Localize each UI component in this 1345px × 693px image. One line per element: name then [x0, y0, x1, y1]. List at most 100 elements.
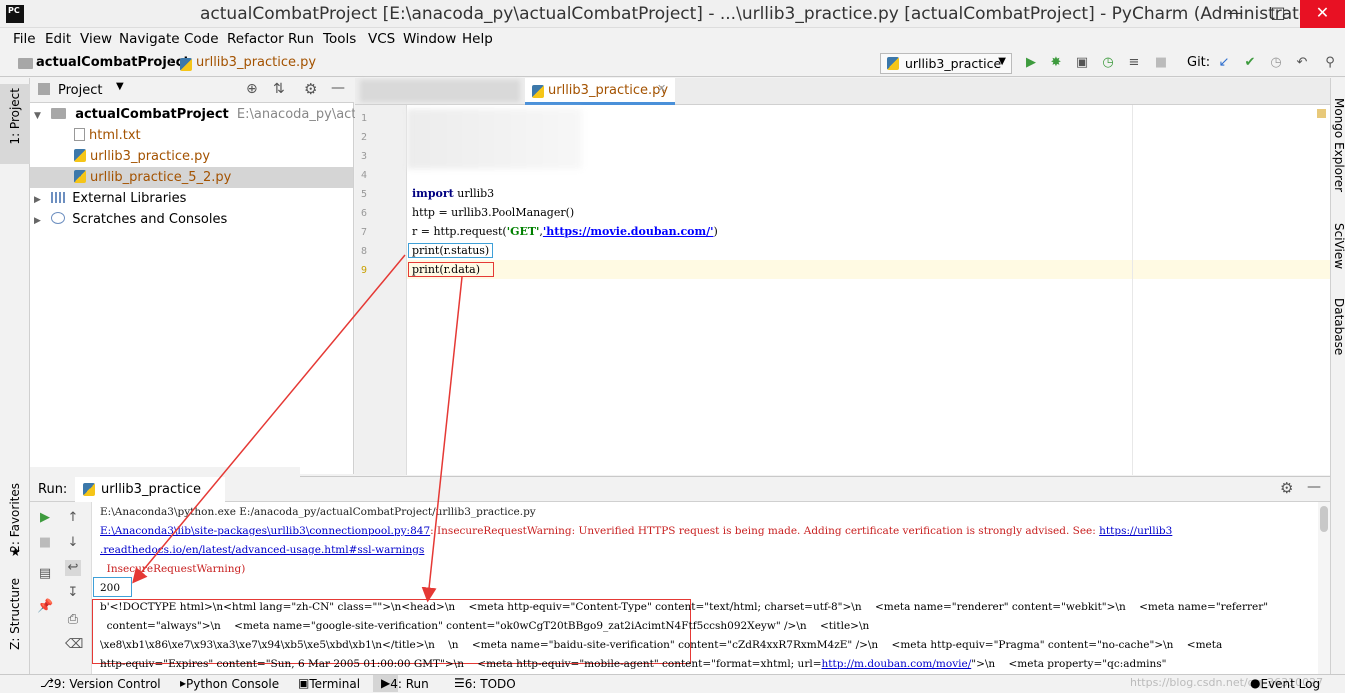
- maximize-icon[interactable]: □: [1258, 0, 1298, 28]
- locate-icon[interactable]: ⊕: [246, 81, 258, 97]
- close-tab-icon[interactable]: ✕: [657, 82, 666, 95]
- todo-tab[interactable]: ☰ 6: TODO: [454, 676, 516, 691]
- code-editor[interactable]: import urllib3 http = urllib3.PoolManage…: [407, 105, 1330, 475]
- warning-docs-link[interactable]: https://urllib3: [1099, 525, 1172, 537]
- menu-window[interactable]: Window: [403, 31, 456, 47]
- stop-icon[interactable]: ■: [1153, 55, 1169, 71]
- output-warning-line: E:\Anaconda3\lib\site-packages\urllib3\c…: [100, 525, 1173, 537]
- revert-icon[interactable]: ↶: [1294, 55, 1310, 71]
- chevron-down-icon[interactable]: ▼: [116, 81, 124, 92]
- pycharm-logo-icon: PC: [6, 5, 24, 23]
- event-log-tab[interactable]: ● Event Log: [1250, 676, 1320, 691]
- line-number: 9: [360, 265, 367, 276]
- menu-navigate[interactable]: Navigate: [119, 31, 180, 47]
- run-configuration-label: urllib3_practice: [905, 56, 1002, 71]
- tool-tab-structure[interactable]: Z: Structure: [8, 578, 22, 650]
- warning-docs-link-cont[interactable]: .readthedocs.io/en/latest/advanced-usage…: [100, 544, 424, 556]
- scroll-down-icon[interactable]: ↓: [65, 535, 81, 551]
- python-file-icon: [887, 57, 899, 70]
- rerun-icon[interactable]: ▶: [37, 510, 53, 526]
- code-line-8: print(r.status): [407, 243, 494, 258]
- git-commit-icon[interactable]: ✔: [1242, 55, 1258, 71]
- code-line-6: http = urllib3.PoolManager(): [412, 206, 575, 219]
- stop-icon[interactable]: ■: [37, 535, 53, 551]
- menu-code[interactable]: Code: [184, 31, 219, 47]
- menu-help[interactable]: Help: [462, 31, 493, 47]
- tool-tab-favorites[interactable]: 2: Favorites: [8, 483, 22, 553]
- tree-item-label: urllib3_practice.py: [90, 149, 211, 164]
- gear-icon[interactable]: ⚙: [304, 80, 317, 98]
- history-icon[interactable]: ◷: [1268, 55, 1284, 71]
- menu-refactor[interactable]: Refactor: [227, 31, 284, 47]
- project-panel-header: Project ▼ ⊕ ⇅ ⚙ —: [30, 78, 354, 103]
- tool-tab-mongo-explorer[interactable]: Mongo Explorer: [1332, 98, 1345, 192]
- tool-tab-project[interactable]: 1: Project: [8, 88, 22, 145]
- close-icon[interactable]: ✕: [1300, 0, 1345, 28]
- warning-source-link[interactable]: E:\Anaconda3\lib\site-packages\urllib3\c…: [100, 525, 430, 537]
- gear-icon[interactable]: ⚙: [1280, 479, 1293, 497]
- line-number: 8: [360, 246, 367, 257]
- editor-gutter: 1 2 3 4 5 6 7 8 9: [355, 105, 407, 475]
- tab-urllib3-practice[interactable]: urllib3_practice.py ✕: [525, 78, 675, 105]
- search-everywhere-icon[interactable]: ⚲: [1322, 55, 1338, 71]
- tree-item-urllib3-practice[interactable]: urllib3_practice.py: [74, 146, 210, 167]
- line-number: 5: [360, 189, 367, 200]
- hide-icon[interactable]: —: [331, 80, 345, 96]
- tree-item-html-txt[interactable]: html.txt: [74, 125, 141, 146]
- inspection-indicator-icon: [1317, 109, 1326, 118]
- output-warning-tail: InsecureRequestWarning): [100, 563, 246, 575]
- pin-icon[interactable]: 📌: [37, 599, 53, 615]
- library-icon: [51, 192, 66, 203]
- vertical-scrollbar[interactable]: [1318, 502, 1330, 675]
- breadcrumb-project[interactable]: actualCombatProject: [36, 55, 190, 70]
- menu-edit[interactable]: Edit: [45, 31, 71, 47]
- layout-icon[interactable]: ▤: [37, 566, 53, 582]
- print-icon[interactable]: ⎙: [65, 612, 81, 628]
- git-label: Git:: [1187, 55, 1211, 70]
- project-view-icon: [38, 83, 50, 95]
- tree-item-label: Scratches and Consoles: [72, 212, 228, 227]
- run-icon[interactable]: ▶: [1023, 55, 1039, 71]
- output-data-line-3: \xe8\xb1\x86\xe7\x93\xa3\xe7\x94\xb5\xe5…: [100, 639, 1223, 651]
- code-line-9: print(r.data): [407, 262, 495, 277]
- folder-icon: [51, 108, 67, 119]
- tool-tab-database[interactable]: Database: [1332, 298, 1345, 355]
- hide-icon[interactable]: —: [1307, 479, 1321, 495]
- menu-view[interactable]: View: [80, 31, 112, 47]
- run-with-coverage-icon[interactable]: ▣: [1074, 55, 1090, 71]
- tree-item-scratches[interactable]: ▶ Scratches and Consoles: [34, 209, 227, 230]
- tool-tab-sciview[interactable]: SciView: [1332, 223, 1345, 269]
- editor-tab-bar: urllib3_practice.py ✕: [355, 78, 1330, 105]
- scrollbar-thumb[interactable]: [1320, 506, 1328, 532]
- delete-icon[interactable]: ⌫: [65, 637, 83, 653]
- project-view-label[interactable]: Project: [58, 83, 102, 98]
- breadcrumb-file[interactable]: urllib3_practice.py: [196, 55, 316, 70]
- scroll-up-icon[interactable]: ↑: [65, 510, 81, 526]
- soft-wrap-icon[interactable]: ↩: [65, 560, 81, 576]
- debug-icon[interactable]: ✸: [1048, 55, 1064, 71]
- version-control-tab[interactable]: ⎇ 9: Version Control: [40, 676, 161, 691]
- left-tool-strip: 1: Project 2: Favorites ★ Z: Structure: [0, 78, 30, 674]
- window-title: actualCombatProject [E:\anacoda_py\actua…: [200, 4, 1323, 24]
- profile-icon[interactable]: ◷: [1100, 55, 1116, 71]
- menu-vcs[interactable]: VCS: [368, 31, 395, 47]
- run-tab-bottom[interactable]: ▶ 4: Run: [373, 675, 429, 692]
- tree-root-project[interactable]: ▼ actualCombatProject E:\anacoda_py\actu…: [34, 104, 406, 125]
- run-configuration-select[interactable]: urllib3_practice ▼: [880, 53, 1012, 74]
- project-root-name: actualCombatProject: [75, 107, 229, 122]
- output-data-line-4: http-equiv="Expires" content="Sun, 6 Mar…: [100, 658, 1167, 670]
- menu-file[interactable]: File: [13, 31, 36, 47]
- tree-item-urllib-practice-5-2[interactable]: urllib_practice_5_2.py: [74, 167, 231, 188]
- git-update-icon[interactable]: ↙: [1216, 55, 1232, 71]
- concurrency-icon[interactable]: ≡: [1126, 55, 1142, 71]
- python-console-tab[interactable]: ▸ Python Console: [180, 676, 279, 691]
- terminal-tab[interactable]: ▣ Terminal: [298, 676, 360, 691]
- menu-run[interactable]: Run: [288, 31, 314, 47]
- output-link[interactable]: http://m.douban.com/movie/: [822, 658, 972, 670]
- run-tab[interactable]: urllib3_practice: [75, 477, 225, 502]
- minimize-icon[interactable]: —: [1215, 0, 1255, 28]
- collapse-icon[interactable]: ⇅: [273, 81, 285, 97]
- tree-item-external-libraries[interactable]: ▶ External Libraries: [34, 188, 186, 209]
- scroll-to-end-icon[interactable]: ↧: [65, 585, 81, 601]
- menu-tools[interactable]: Tools: [323, 31, 356, 47]
